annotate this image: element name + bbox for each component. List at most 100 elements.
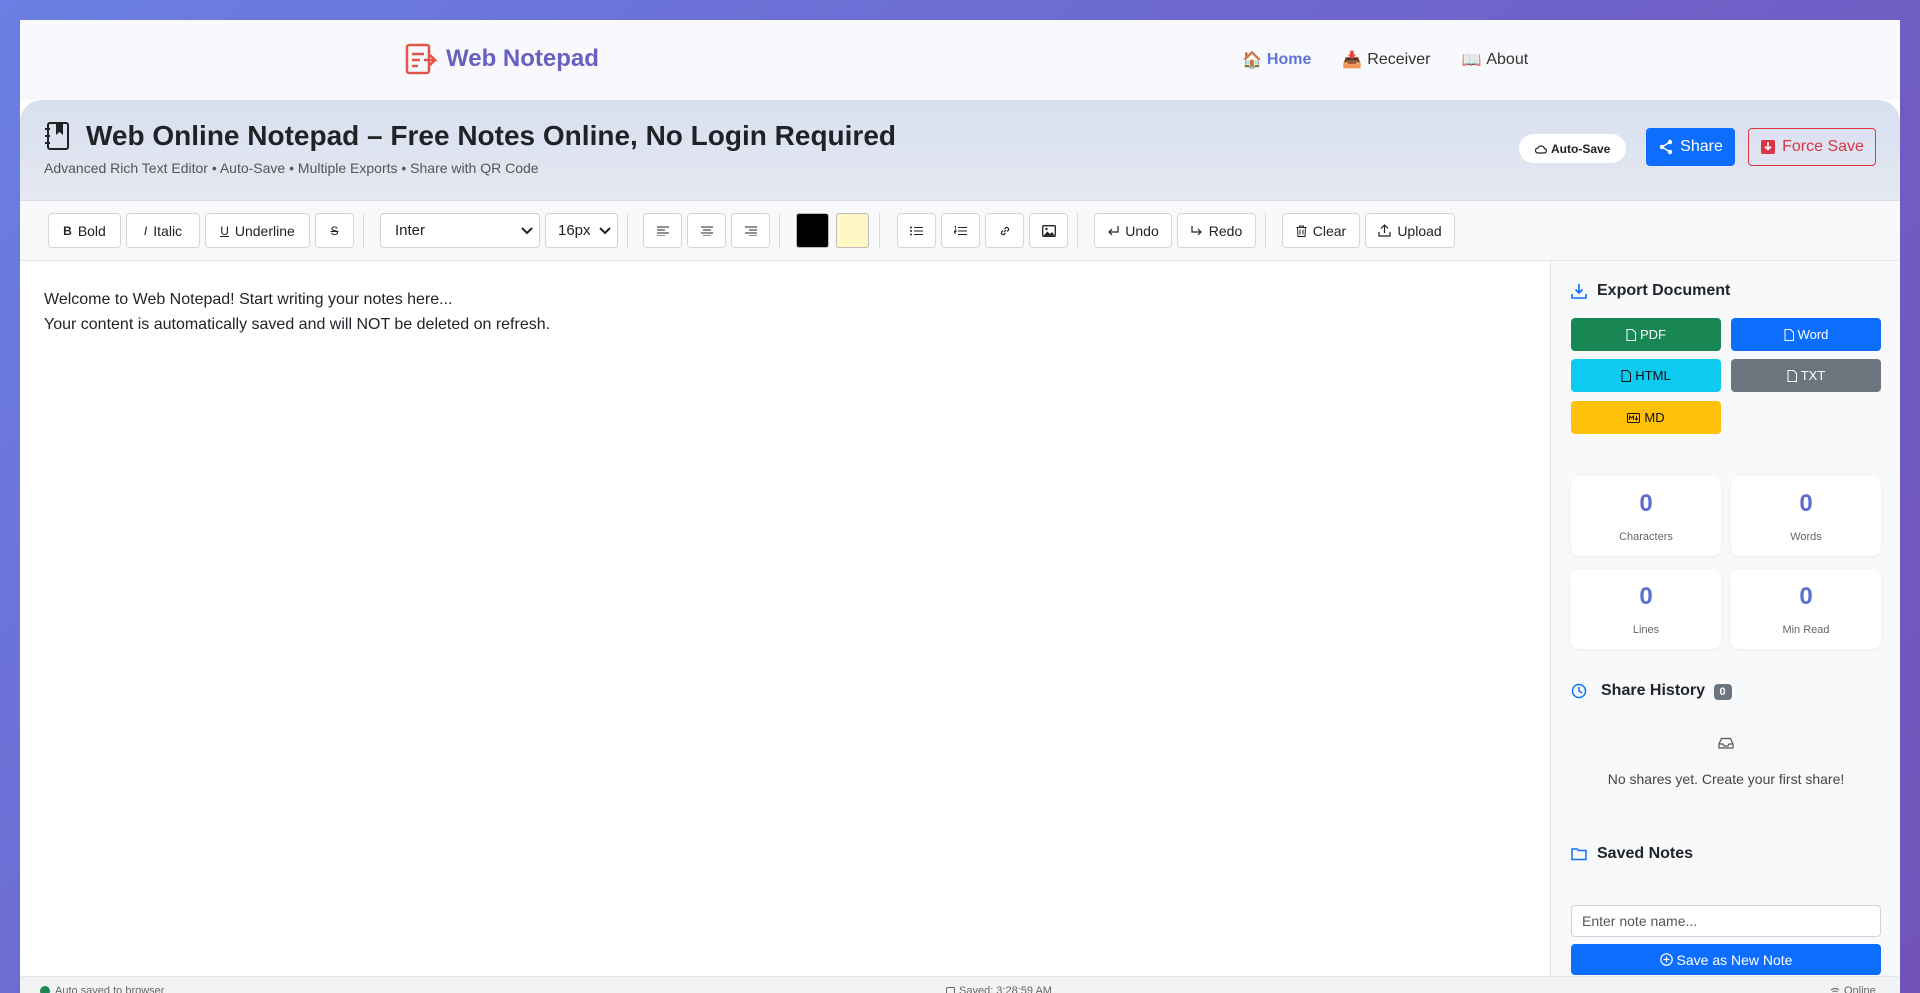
stat-words-value: 0	[1799, 490, 1813, 517]
align-center-button[interactable]	[687, 213, 726, 248]
title-row: Web Online Notepad – Free Notes Online, …	[44, 120, 896, 152]
export-html-button[interactable]: HTML	[1571, 359, 1721, 392]
text-color-picker[interactable]	[796, 213, 829, 248]
clear-button[interactable]: Clear	[1282, 213, 1360, 248]
toolbar-divider	[1265, 213, 1266, 248]
file-text-icon	[1787, 369, 1797, 382]
file-word-icon	[1784, 328, 1794, 341]
strikethrough-icon: S	[330, 223, 339, 238]
notepad-logo-icon	[404, 42, 438, 76]
export-word-button[interactable]: Word	[1731, 318, 1881, 351]
toolbar-divider	[627, 213, 628, 248]
folder-icon	[1571, 847, 1587, 861]
status-online: Online	[1830, 985, 1876, 993]
nav-about[interactable]: 📖 About	[1461, 50, 1528, 70]
stat-characters-label: Characters	[1619, 531, 1673, 543]
highlight-color-picker[interactable]	[836, 213, 869, 248]
nav-receiver[interactable]: 📥 Receiver	[1342, 50, 1430, 70]
chevron-down-icon	[599, 226, 611, 235]
insert-image-button[interactable]	[1029, 213, 1068, 248]
export-html-label: HTML	[1635, 368, 1671, 383]
check-circle-icon	[40, 986, 50, 993]
book-icon: 📖	[1461, 52, 1482, 69]
underline-label: Underline	[234, 222, 295, 239]
font-family-value: Inter	[395, 222, 426, 239]
stat-lines-value: 0	[1639, 583, 1653, 610]
stat-min-read-label: Min Read	[1782, 624, 1830, 636]
status-saved-time: Saved: 3:28:59 AM	[946, 985, 1052, 993]
list-ul-icon	[910, 226, 923, 236]
underline-button[interactable]: U Underline	[205, 213, 310, 248]
export-md-button[interactable]: MD	[1571, 401, 1721, 434]
stat-words: 0 Words	[1731, 476, 1881, 556]
export-section-title: Export Document	[1571, 282, 1730, 300]
insert-link-button[interactable]	[985, 213, 1024, 248]
font-family-select[interactable]: Inter	[380, 213, 540, 248]
toolbar-divider	[779, 213, 780, 248]
share-history-count-badge: 0	[1713, 684, 1732, 700]
redo-label: Redo	[1208, 222, 1243, 239]
export-md-label: MD	[1644, 410, 1665, 425]
status-autosave-text: Auto saved to browser	[55, 985, 165, 993]
file-code-icon	[1621, 369, 1632, 382]
redo-button[interactable]: Redo	[1177, 213, 1256, 248]
journal-bookmark-icon	[44, 121, 70, 151]
clock-history-icon	[1571, 683, 1587, 699]
status-online-text: Online	[1844, 985, 1876, 993]
bullet-list-button[interactable]	[897, 213, 936, 248]
nav-home[interactable]: 🏠 Home	[1242, 50, 1311, 70]
bold-icon: B	[63, 223, 72, 238]
export-pdf-button[interactable]: PDF	[1571, 318, 1721, 351]
clear-label: Clear	[1312, 222, 1347, 239]
page-title: Web Online Notepad – Free Notes Online, …	[86, 120, 897, 151]
redo-arrow-icon	[1191, 225, 1203, 237]
share-label: Share	[1680, 138, 1723, 155]
upload-button[interactable]: Upload	[1365, 213, 1455, 248]
saved-notes-label: Saved Notes	[1597, 845, 1694, 862]
upload-icon	[1378, 224, 1391, 237]
editor-line: Welcome to Web Notepad! Start writing yo…	[44, 291, 453, 308]
force-save-label: Force Save	[1782, 138, 1864, 155]
numbered-list-button[interactable]	[941, 213, 980, 248]
note-name-input[interactable]	[1571, 905, 1881, 937]
align-left-icon	[656, 226, 669, 236]
upload-label: Upload	[1397, 222, 1442, 239]
align-left-button[interactable]	[643, 213, 682, 248]
download-save-icon	[1760, 139, 1776, 155]
list-ol-icon	[954, 225, 967, 236]
toolbar-divider	[879, 213, 880, 248]
inbox-empty-icon	[1551, 737, 1900, 749]
save-disk-icon	[946, 986, 955, 993]
trash-icon	[1296, 225, 1307, 237]
underline-icon: U	[220, 223, 229, 238]
share-button[interactable]: Share	[1646, 128, 1735, 166]
navbar: Web Notepad 🏠 Home 📥 Receiver 📖 About	[20, 20, 1900, 100]
save-new-note-button[interactable]: Save as New Note	[1571, 944, 1881, 975]
font-size-select[interactable]: 16px	[545, 213, 618, 248]
stat-characters-value: 0	[1639, 490, 1653, 517]
force-save-button[interactable]: Force Save	[1748, 128, 1876, 166]
undo-arrow-icon	[1107, 225, 1119, 237]
export-pdf-label: PDF	[1640, 327, 1666, 342]
export-txt-label: TXT	[1800, 368, 1826, 383]
align-right-button[interactable]	[731, 213, 770, 248]
export-title-label: Export Document	[1597, 282, 1731, 299]
export-txt-button[interactable]: TXT	[1731, 359, 1881, 392]
stat-lines: 0 Lines	[1571, 569, 1721, 649]
stat-characters: 0 Characters	[1571, 476, 1721, 556]
undo-button[interactable]: Undo	[1094, 213, 1172, 248]
app-frame: Web Notepad 🏠 Home 📥 Receiver 📖 About We…	[20, 20, 1900, 993]
align-right-icon	[744, 226, 757, 236]
page-header: Web Online Notepad – Free Notes Online, …	[20, 100, 1900, 201]
editor-content[interactable]: Welcome to Web Notepad! Start writing yo…	[20, 261, 1550, 976]
status-autosave: Auto saved to browser	[40, 985, 164, 993]
italic-button[interactable]: I Italic	[126, 213, 200, 248]
stat-words-label: Words	[1790, 531, 1822, 543]
link-icon	[999, 225, 1011, 237]
bold-button[interactable]: B Bold	[48, 213, 121, 248]
editor-toolbar: B Bold I Italic U Underline S Inter 16px	[20, 201, 1900, 261]
stat-min-read-value: 0	[1799, 583, 1813, 610]
strikethrough-button[interactable]: S	[315, 213, 354, 248]
plus-circle-icon	[1659, 953, 1673, 966]
brand[interactable]: Web Notepad	[404, 42, 599, 76]
